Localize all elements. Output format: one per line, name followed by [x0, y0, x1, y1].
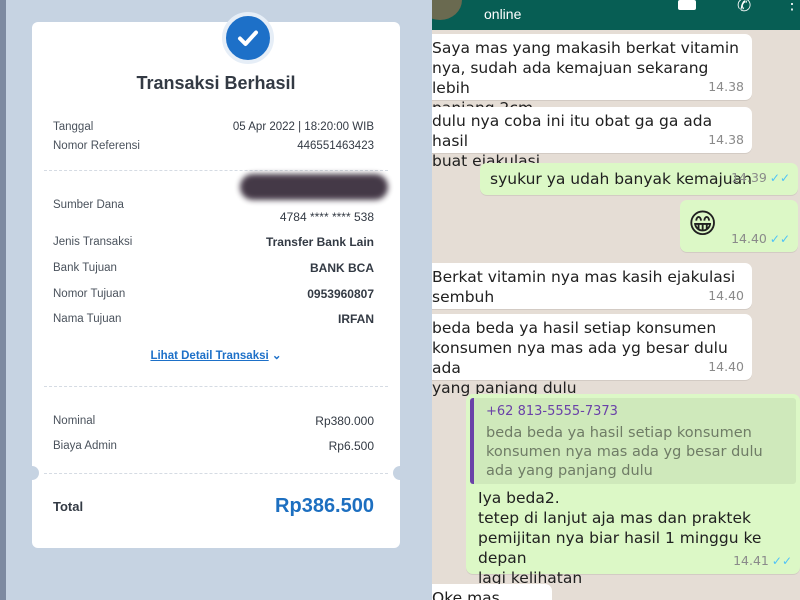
- admin-value: Rp6.500: [328, 439, 374, 453]
- message-time: 14.38: [708, 132, 744, 147]
- read-ticks-icon: ✓✓: [769, 232, 790, 246]
- chat-header: online ✆ ⋮: [432, 0, 800, 30]
- divider: [44, 170, 388, 171]
- detail-transaction-link[interactable]: Lihat Detail Transaksi ⌄: [32, 348, 400, 362]
- contact-status: online: [484, 6, 522, 22]
- divider: [44, 473, 388, 474]
- chat-message[interactable]: Berkat vitamin nya mas kasih ejakulasi s…: [432, 263, 752, 309]
- chat-message[interactable]: Saya mas yang makasih berkat vitamin nya…: [432, 34, 752, 117]
- avatar[interactable]: [432, 0, 462, 20]
- receipt-panel: Transaksi Berhasil Tanggal 05 Apr 2022 |…: [0, 0, 432, 600]
- right-notch: [393, 466, 407, 480]
- sumber-label: Sumber Dana: [53, 199, 124, 211]
- message-text: Iya beda2. tetep di lanjut aja mas dan p…: [478, 489, 762, 587]
- bank-label: Bank Tujuan: [53, 262, 117, 274]
- message-time: 14.40: [731, 231, 767, 246]
- redacted-account-name: [240, 174, 388, 200]
- jenis-value: Transfer Bank Lain: [265, 235, 374, 249]
- message-time: 14.39: [731, 170, 767, 185]
- chat-message[interactable]: 😁 14.40 ✓✓: [680, 200, 798, 252]
- ref-label: Nomor Referensi: [53, 140, 140, 152]
- quoted-text: beda beda ya hasil setiap konsumen konsu…: [486, 425, 763, 479]
- quoted-message[interactable]: +62 813-5555-7373 beda beda ya hasil set…: [470, 398, 796, 484]
- message-text: beda beda ya hasil setiap konsumen konsu…: [432, 319, 728, 397]
- nama-label: Nama Tujuan: [53, 313, 122, 325]
- chevron-down-icon: ⌄: [271, 350, 282, 362]
- quoted-sender: +62 813-5555-7373: [486, 404, 618, 419]
- read-ticks-icon: ✓✓: [769, 171, 790, 185]
- message-text: Oke mas: [432, 589, 500, 600]
- sumber-account: 4784 **** **** 538: [279, 210, 374, 224]
- detail-link-label: Lihat Detail Transaksi: [150, 350, 269, 362]
- success-check-icon: [222, 12, 274, 64]
- chat-message[interactable]: syukur ya udah banyak kemajuan 14.39 ✓✓: [480, 163, 798, 195]
- nama-value: IRFAN: [338, 312, 374, 326]
- tanggal-label: Tanggal: [53, 121, 94, 133]
- nomor-value: 0953960807: [307, 287, 374, 301]
- message-time: 14.38: [708, 79, 744, 94]
- video-call-icon[interactable]: [678, 0, 696, 10]
- nominal-label: Nominal: [53, 415, 96, 427]
- receipt-title: Transaksi Berhasil: [136, 73, 296, 93]
- phone-call-icon[interactable]: ✆: [737, 0, 751, 16]
- left-edge-strip: [0, 0, 6, 600]
- chat-message[interactable]: dulu nya coba ini itu obat ga ga ada has…: [432, 107, 752, 170]
- divider: [44, 386, 388, 387]
- more-options-icon[interactable]: ⋮: [784, 0, 800, 14]
- message-time: 14.40: [708, 359, 744, 374]
- message-text: Saya mas yang makasih berkat vitamin nya…: [432, 39, 739, 117]
- receipt-card: Transaksi Berhasil Tanggal 05 Apr 2022 |…: [25, 12, 407, 548]
- jenis-label: Jenis Transaksi: [53, 236, 133, 248]
- chat-message[interactable]: Oke mas: [432, 584, 552, 600]
- nominal-value: Rp380.000: [315, 414, 374, 428]
- read-ticks-icon: ✓✓: [771, 554, 792, 568]
- nomor-label: Nomor Tujuan: [53, 288, 126, 300]
- tanggal-value: 05 Apr 2022 | 18:20:00 WIB: [232, 121, 374, 133]
- message-time: 14.41: [733, 553, 769, 568]
- total-value: Rp386.500: [275, 495, 374, 517]
- ref-value: 446551463423: [297, 140, 374, 152]
- message-time: 14.40: [708, 288, 744, 303]
- message-text: dulu nya coba ini itu obat ga ga ada has…: [432, 112, 713, 170]
- admin-label: Biaya Admin: [53, 440, 117, 452]
- bank-value: BANK BCA: [310, 261, 374, 275]
- total-label: Total: [53, 499, 84, 514]
- message-text: Berkat vitamin nya mas kasih ejakulasi s…: [432, 268, 736, 306]
- left-notch: [25, 466, 39, 480]
- chat-message[interactable]: beda beda ya hasil setiap konsumen konsu…: [432, 314, 752, 397]
